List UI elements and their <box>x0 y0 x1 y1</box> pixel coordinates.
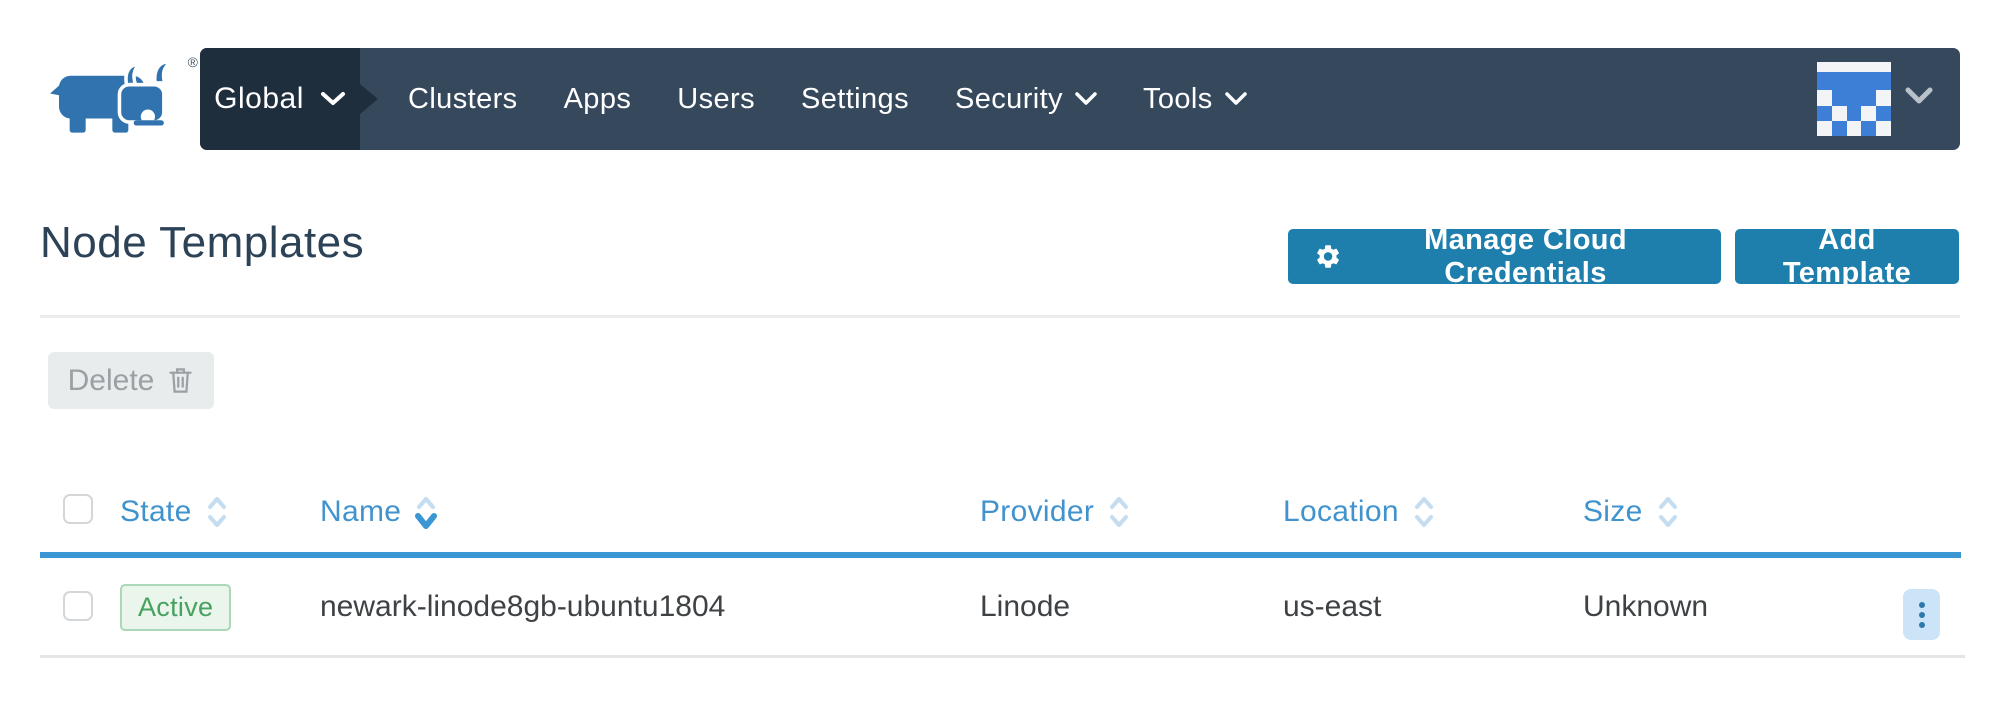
nav-item-settings[interactable]: Settings <box>778 48 932 150</box>
avatar-cell <box>1861 72 1876 91</box>
chevron-down-icon <box>1225 92 1247 106</box>
column-header-size[interactable]: Size <box>1583 494 1679 530</box>
avatar-cell <box>1847 62 1862 72</box>
avatar-cell <box>1832 121 1847 136</box>
avatar-cell <box>1817 121 1832 136</box>
column-header-state[interactable]: State <box>120 494 228 530</box>
delete-label: Delete <box>68 364 155 398</box>
cell-location: us-east <box>1283 558 1381 656</box>
add-template-button[interactable]: Add Template <box>1735 229 1959 284</box>
sort-icon <box>1657 494 1679 530</box>
row-actions-menu-button[interactable] <box>1903 589 1940 640</box>
column-header-location[interactable]: Location <box>1283 494 1435 530</box>
nav-item-tools[interactable]: Tools <box>1120 48 1270 150</box>
avatar-cell <box>1847 72 1862 91</box>
avatar-cell <box>1876 106 1891 122</box>
avatar-cell <box>1832 72 1847 91</box>
table-row-divider <box>40 655 1965 658</box>
avatar-cell <box>1832 62 1847 72</box>
column-header-name[interactable]: Name <box>320 494 437 530</box>
avatar-cell <box>1876 62 1891 72</box>
nav-links: Clusters Apps Users Settings Security To… <box>385 48 1270 150</box>
avatar-cell <box>1832 106 1847 122</box>
status-badge-active: Active <box>120 584 231 631</box>
registered-trademark: ® <box>188 54 198 70</box>
avatar-cell <box>1847 106 1862 122</box>
column-header-provider[interactable]: Provider <box>980 494 1130 530</box>
nav-item-security[interactable]: Security <box>932 48 1120 150</box>
env-selector-label: Global <box>214 82 304 116</box>
rancher-logo[interactable]: ® <box>40 58 190 138</box>
user-menu-chevron-icon[interactable] <box>1904 86 1934 106</box>
avatar-cell <box>1876 72 1891 91</box>
env-selector-global[interactable]: Global <box>200 48 360 150</box>
column-header-label: Location <box>1283 495 1399 529</box>
avatar-cell <box>1817 62 1832 72</box>
manage-cloud-credentials-label: Manage Cloud Credentials <box>1356 224 1695 290</box>
sort-icon <box>1108 494 1130 530</box>
avatar-cell <box>1861 90 1876 106</box>
trash-icon <box>167 366 194 395</box>
nav-item-apps[interactable]: Apps <box>541 48 655 150</box>
gear-icon <box>1314 241 1342 272</box>
avatar-cell <box>1817 72 1832 91</box>
nav-item-label: Clusters <box>408 83 518 116</box>
nav-item-clusters[interactable]: Clusters <box>385 48 541 150</box>
avatar-cell <box>1861 106 1876 122</box>
sort-icon <box>206 494 228 530</box>
column-header-label: Size <box>1583 495 1643 529</box>
cell-name: newark-linode8gb-ubuntu1804 <box>320 558 725 656</box>
nav-item-label: Users <box>677 83 755 116</box>
nav-item-label: Apps <box>564 83 632 116</box>
avatar-cell <box>1847 121 1862 136</box>
sort-icon-active-desc <box>415 494 437 530</box>
top-navbar: Global Clusters Apps Users Settings Secu… <box>200 48 1960 150</box>
avatar-cell <box>1876 90 1891 106</box>
avatar-cell <box>1817 106 1832 122</box>
sort-icon <box>1413 494 1435 530</box>
page-title: Node Templates <box>40 218 364 268</box>
rancher-bull-icon <box>40 58 190 138</box>
add-template-label: Add Template <box>1761 224 1933 290</box>
section-divider <box>40 315 1960 318</box>
column-header-label: Name <box>320 495 401 529</box>
column-header-label: State <box>120 495 192 529</box>
avatar-cell <box>1861 62 1876 72</box>
cell-state: Active <box>120 558 231 656</box>
select-all-checkbox[interactable] <box>63 494 93 524</box>
avatar-cell <box>1876 121 1891 136</box>
delete-button[interactable]: Delete <box>48 352 214 409</box>
chevron-down-icon <box>320 91 346 107</box>
column-header-label: Provider <box>980 495 1094 529</box>
nav-item-label: Tools <box>1143 83 1213 116</box>
kebab-menu-icon <box>1917 600 1927 630</box>
avatar-cell <box>1861 121 1876 136</box>
avatar-cell <box>1832 90 1847 106</box>
row-checkbox[interactable] <box>63 591 93 621</box>
nav-item-label: Settings <box>801 83 909 116</box>
cell-size: Unknown <box>1583 558 1708 656</box>
user-avatar[interactable] <box>1817 62 1891 136</box>
nav-item-label: Security <box>955 83 1063 116</box>
cell-provider: Linode <box>980 558 1070 656</box>
manage-cloud-credentials-button[interactable]: Manage Cloud Credentials <box>1288 229 1721 284</box>
table-header-row: State Name Provider Location Size <box>0 480 1999 552</box>
table-row: Active newark-linode8gb-ubuntu1804 Linod… <box>0 558 1999 656</box>
chevron-down-icon <box>1075 92 1097 106</box>
avatar-cell <box>1847 90 1862 106</box>
env-selector-arrow <box>360 84 378 114</box>
avatar-cell <box>1817 90 1832 106</box>
nav-item-users[interactable]: Users <box>654 48 778 150</box>
